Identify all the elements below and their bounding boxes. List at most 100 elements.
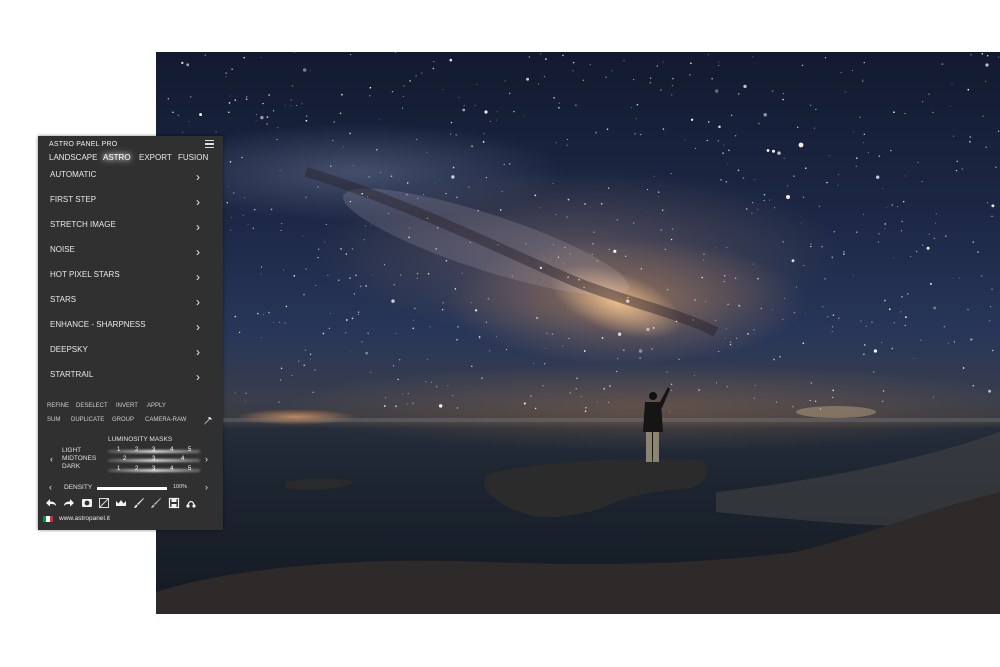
menu-item-noise[interactable]: NOISE › <box>38 240 223 265</box>
deselect-button[interactable]: DESELECT <box>76 403 108 409</box>
star <box>758 122 760 125</box>
save-icon[interactable] <box>168 497 180 509</box>
star <box>921 181 923 183</box>
star <box>228 185 230 187</box>
share-icon[interactable] <box>185 497 197 509</box>
tab-astro[interactable]: ASTRO <box>103 153 131 162</box>
star <box>771 90 774 92</box>
levels-icon[interactable] <box>98 497 110 509</box>
website-link[interactable]: www.astropanel.it <box>59 515 110 522</box>
dark-mask-1[interactable]: 1 <box>117 466 120 472</box>
star <box>172 111 174 114</box>
star <box>782 98 784 101</box>
refine-button[interactable]: REFINE <box>47 403 69 409</box>
star <box>809 399 811 402</box>
tab-landscape[interactable]: LANDSCAPE <box>49 153 97 162</box>
dark-mask-5[interactable]: 5 <box>188 466 191 472</box>
star <box>752 56 754 58</box>
dark-mask-3[interactable]: 3 <box>152 466 155 472</box>
undo-icon[interactable] <box>45 497 57 509</box>
star <box>863 344 866 346</box>
light-mask-4[interactable]: 4 <box>170 447 173 453</box>
menu-item-deepsky[interactable]: DEEPSKY › <box>38 340 223 365</box>
menu-item-stretch-image[interactable]: STRETCH IMAGE › <box>38 215 223 240</box>
star <box>725 328 727 330</box>
star <box>933 306 937 310</box>
star <box>243 56 245 59</box>
density-decrease-icon[interactable]: ‹ <box>49 482 52 492</box>
eyedropper-icon[interactable] <box>203 416 213 426</box>
star <box>884 223 886 225</box>
star <box>760 307 763 310</box>
light-mask-3[interactable]: 3 <box>152 447 155 453</box>
star <box>706 139 708 142</box>
tab-export[interactable]: EXPORT <box>139 153 172 162</box>
star <box>564 246 566 249</box>
star <box>456 196 458 199</box>
menu-item-hot-pixel-stars[interactable]: HOT PIXEL STARS › <box>38 265 223 290</box>
camera-raw-button[interactable]: CAMERA-RAW <box>145 417 186 423</box>
dark-mask-4[interactable]: 4 <box>170 466 173 472</box>
star <box>985 63 989 67</box>
star <box>970 338 973 341</box>
star <box>893 111 895 114</box>
star <box>922 101 924 103</box>
star <box>667 289 669 291</box>
chevron-right-icon[interactable]: › <box>205 454 208 464</box>
density-slider[interactable] <box>97 487 167 490</box>
midtones-mask-3[interactable]: 3 <box>152 456 155 462</box>
star <box>723 274 726 277</box>
star <box>859 116 861 119</box>
star <box>771 309 773 311</box>
star <box>985 146 987 149</box>
menu-item-startrail[interactable]: STARTRAIL › <box>38 365 223 390</box>
mask-icon[interactable] <box>81 497 93 509</box>
star <box>690 62 692 64</box>
menu-item-label: STRETCH IMAGE <box>50 220 116 229</box>
invert-button[interactable]: INVERT <box>116 403 138 409</box>
brush-icon[interactable] <box>133 497 145 509</box>
hamburger-menu-icon[interactable] <box>205 140 214 149</box>
menu-item-stars[interactable]: STARS › <box>38 290 223 315</box>
star <box>580 395 582 398</box>
menu-item-first-step[interactable]: FIRST STEP › <box>38 190 223 215</box>
midtones-mask-4[interactable]: 4 <box>181 456 184 462</box>
light-mask-5[interactable]: 5 <box>188 447 191 453</box>
star <box>844 91 846 93</box>
light-mask-1[interactable]: 1 <box>117 447 120 453</box>
tab-fusion[interactable]: FUSION <box>178 153 208 162</box>
group-button[interactable]: GROUP <box>112 417 134 423</box>
density-increase-icon[interactable]: › <box>205 482 208 492</box>
star <box>526 77 530 81</box>
duplicate-button[interactable]: DUPLICATE <box>71 417 104 423</box>
menu-item-enhance-sharpness[interactable]: ENHANCE - SHARPNESS › <box>38 315 223 340</box>
chevron-left-icon[interactable]: ‹ <box>50 454 53 464</box>
star <box>742 177 745 179</box>
light-mask-2[interactable]: 2 <box>135 447 138 453</box>
apply-button[interactable]: APPLY <box>147 403 166 409</box>
star <box>969 140 971 143</box>
menu-item-automatic[interactable]: AUTOMATIC › <box>38 165 223 190</box>
crown-icon[interactable] <box>115 497 127 509</box>
star <box>279 379 282 381</box>
sum-button[interactable]: SUM <box>47 417 60 423</box>
star <box>597 401 598 403</box>
star <box>403 85 405 87</box>
star <box>595 131 597 134</box>
star <box>633 222 635 224</box>
star <box>743 84 747 89</box>
star <box>703 259 705 261</box>
star <box>539 207 541 209</box>
star <box>552 183 554 184</box>
star <box>456 338 458 341</box>
star <box>416 277 418 279</box>
dark-mask-2[interactable]: 2 <box>135 466 138 472</box>
soft-brush-icon[interactable] <box>150 497 162 509</box>
star <box>470 302 472 304</box>
midtones-mask-2[interactable]: 2 <box>123 456 126 462</box>
redo-icon[interactable] <box>63 497 75 509</box>
star <box>991 215 993 217</box>
star <box>415 75 417 77</box>
star <box>694 374 696 376</box>
menu-item-label: AUTOMATIC <box>50 170 97 179</box>
